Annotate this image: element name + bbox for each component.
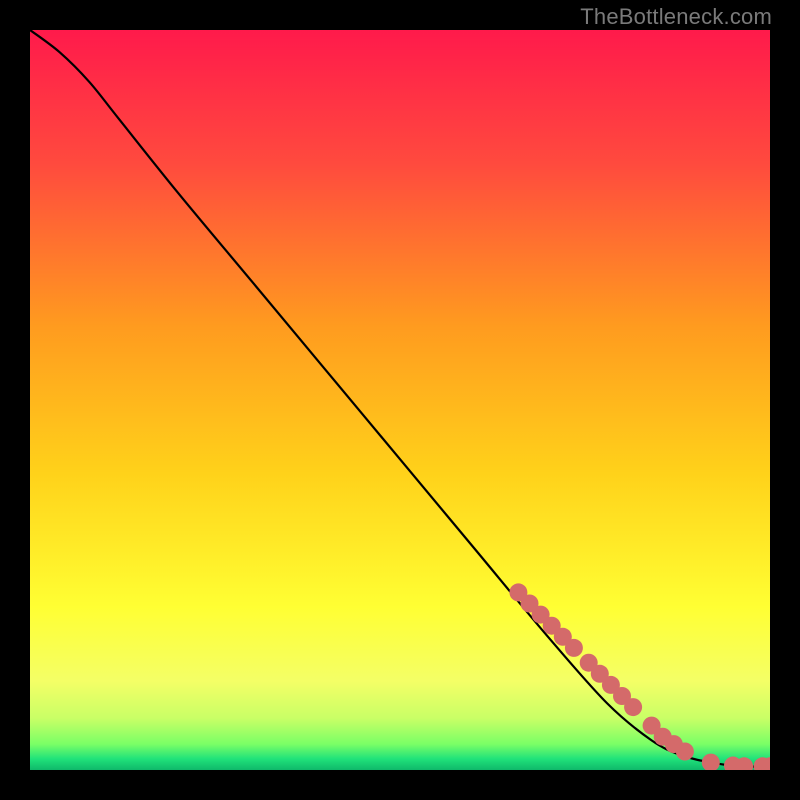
gradient-background (30, 30, 770, 770)
highlight-dot (624, 698, 642, 716)
highlight-dot (676, 743, 694, 761)
chart-frame: TheBottleneck.com (0, 0, 800, 800)
watermark-text: TheBottleneck.com (580, 4, 772, 30)
chart-svg (30, 30, 770, 770)
plot-area (30, 30, 770, 770)
highlight-dot (565, 639, 583, 657)
